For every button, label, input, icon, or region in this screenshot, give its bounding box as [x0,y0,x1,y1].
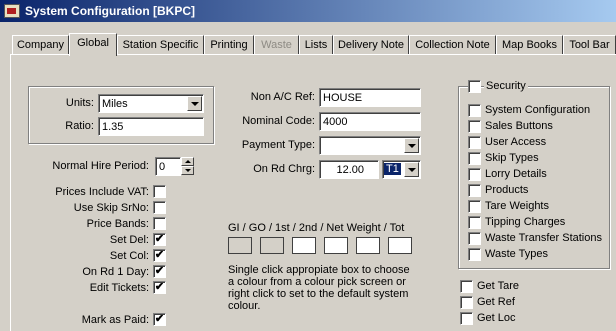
mark-as-paid-checkbox[interactable]: ✔ [153,313,166,326]
second-weight-colour-swatch[interactable] [324,237,348,254]
security-lorry-details-checkbox[interactable] [468,168,481,181]
tab-waste: Waste [254,35,299,55]
tab-collection-note[interactable]: Collection Note [409,35,496,55]
security-item-label: Waste Transfer Stations [485,232,602,244]
normal-hire-spinner[interactable] [181,157,194,175]
colour-help-text: Single click appropiate box to choose a … [228,264,410,312]
help-line: a colour from a colour pick screen or [228,276,406,288]
security-item-label: System Configuration [485,104,591,116]
security-user-access-checkbox[interactable] [468,136,481,149]
set-del-label: Set Del: [109,234,149,246]
get-ref-checkbox[interactable] [460,296,473,309]
security-sales-buttons-checkbox[interactable] [468,120,481,133]
tax-code-dropdown-icon[interactable] [404,162,419,177]
on-rd-chrg-label: On Rd Chrg: [253,163,315,175]
get-loc-label: Get Loc [477,312,516,324]
normal-hire-label: Normal Hire Period: [52,160,149,172]
title-bar: System Configuration [BKPC] [0,0,616,22]
tab-strip: Company Global Station Specific Printing… [0,33,616,56]
spin-down-icon[interactable] [181,166,194,175]
go-colour-swatch[interactable] [260,237,284,254]
payment-type-select[interactable] [319,136,421,155]
help-line: right click to set to the default system [228,288,409,300]
security-skip-types-checkbox[interactable] [468,152,481,165]
security-item-label: Sales Buttons [485,120,553,132]
payment-type-dropdown-icon[interactable] [404,138,419,153]
weights-label: GI / GO / 1st / 2nd / Net Weight / Tot [228,222,405,234]
get-tare-label: Get Tare [477,280,519,292]
price-bands-checkbox[interactable] [153,217,166,230]
units-value: Miles [102,98,128,110]
security-item-label: Tipping Charges [485,216,566,228]
security-item-label: Waste Types [485,248,548,260]
help-line: Single click appropiate box to choose [228,264,410,276]
tot-colour-swatch[interactable] [388,237,412,254]
tab-global[interactable]: Global [69,33,117,56]
on-rd-1-day-checkbox[interactable]: ✔ [153,265,166,278]
nominal-code-input[interactable]: 4000 [319,112,421,131]
set-col-label: Set Col: [109,250,149,262]
prices-include-vat-checkbox[interactable] [153,185,166,198]
security-products-checkbox[interactable] [468,184,481,197]
tab-company[interactable]: Company [12,35,69,55]
edit-tickets-checkbox[interactable]: ✔ [153,281,166,294]
spin-up-icon[interactable] [181,157,194,166]
tax-code-select[interactable]: T1 [382,160,421,179]
nominal-code-label: Nominal Code: [242,115,315,127]
set-col-checkbox[interactable]: ✔ [153,249,166,262]
security-checkbox[interactable] [468,80,481,93]
security-item-label: Tare Weights [485,200,549,212]
set-del-checkbox[interactable]: ✔ [153,233,166,246]
tab-station-specific[interactable]: Station Specific [117,35,204,55]
help-line: colour. [228,300,261,312]
ratio-label: Ratio: [65,120,94,132]
units-select[interactable]: Miles [98,94,204,113]
app-icon [4,4,20,18]
security-tipping-charges-checkbox[interactable] [468,216,481,229]
security-waste-transfer-stations-checkbox[interactable] [468,232,481,245]
tax-code-value: T1 [384,163,401,175]
mark-as-paid-label: Mark as Paid: [81,314,149,326]
tab-printing[interactable]: Printing [204,35,254,55]
get-tare-checkbox[interactable] [460,280,473,293]
payment-type-label: Payment Type: [241,139,315,151]
use-skip-srno-checkbox[interactable] [153,201,166,214]
security-item-label: Lorry Details [485,168,547,180]
security-system-configuration-checkbox[interactable] [468,104,481,117]
security-item-label: Skip Types [485,152,539,164]
edit-tickets-label: Edit Tickets: [89,282,149,294]
security-item-label: User Access [485,136,547,148]
security-item-label: Products [485,184,529,196]
get-loc-checkbox[interactable] [460,312,473,325]
security-label: Security [484,80,528,92]
normal-hire-input[interactable]: 0 [155,157,181,176]
net-weight-colour-swatch[interactable] [356,237,380,254]
non-ac-ref-input[interactable]: HOUSE [319,88,421,107]
tab-delivery-note[interactable]: Delivery Note [333,35,409,55]
gi-colour-swatch[interactable] [228,237,252,254]
window-title: System Configuration [BKPC] [25,4,196,18]
tab-lists[interactable]: Lists [299,35,333,55]
non-ac-ref-label: Non A/C Ref: [250,91,315,103]
on-rd-chrg-input[interactable]: 12.00 [319,160,379,179]
security-tare-weights-checkbox[interactable] [468,200,481,213]
on-rd-1-day-label: On Rd 1 Day: [82,266,149,278]
prices-include-vat-label: Prices Include VAT: [55,186,149,198]
first-weight-colour-swatch[interactable] [292,237,316,254]
tab-tool-bar[interactable]: Tool Bar [563,35,616,55]
security-waste-types-checkbox[interactable] [468,248,481,261]
units-label: Units: [65,97,94,109]
tab-map-books[interactable]: Map Books [496,35,563,55]
price-bands-label: Price Bands: [86,218,149,230]
get-ref-label: Get Ref [477,296,515,308]
ratio-input[interactable]: 1.35 [98,117,204,136]
use-skip-srno-label: Use Skip SrNo: [73,202,149,214]
units-dropdown-icon[interactable] [187,96,202,111]
